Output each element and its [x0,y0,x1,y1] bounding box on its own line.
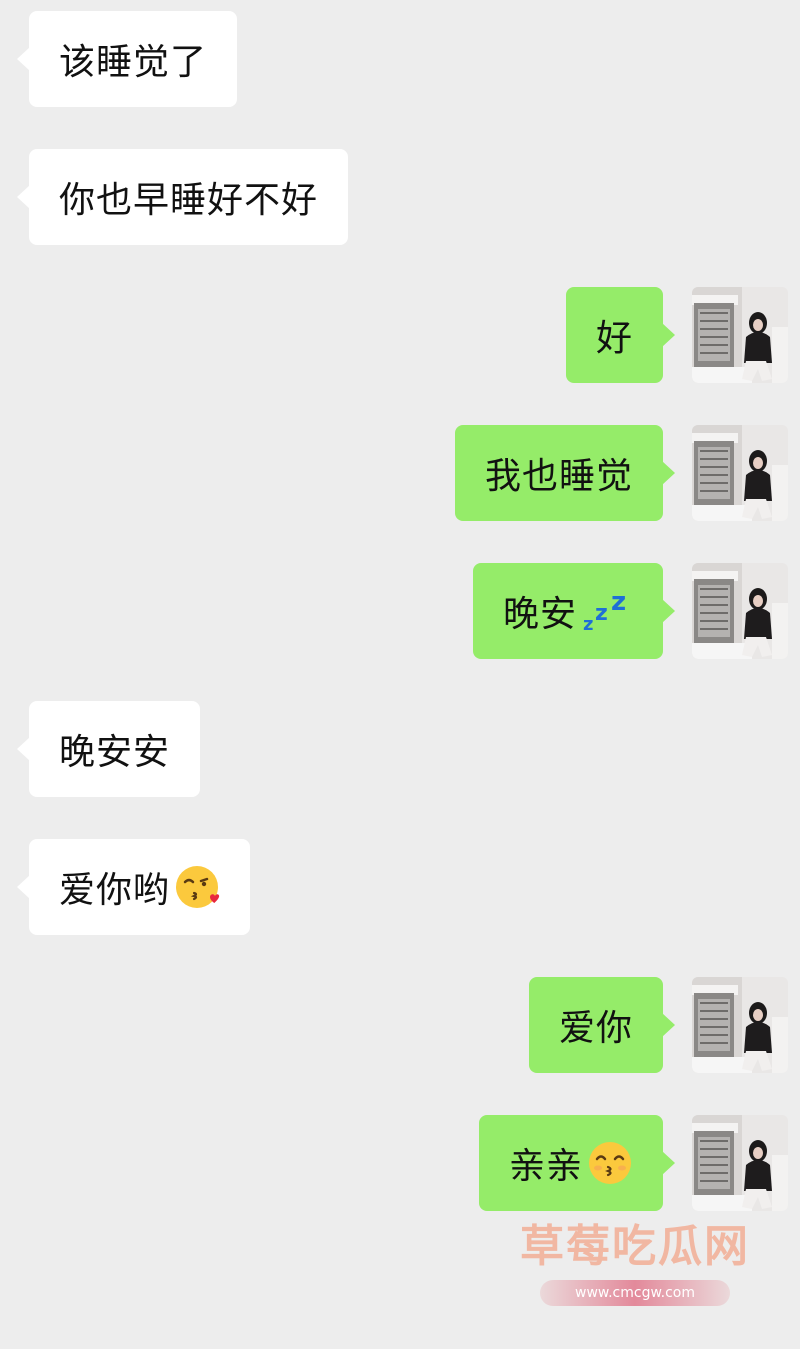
message-text: 该睡觉了 [59,42,208,83]
outgoing-message-bubble[interactable]: 晚安 z z z [472,563,676,659]
svg-text:z: z [583,614,594,634]
message-row: 你也早睡好不好 [0,149,800,245]
message-text: 晚安 [502,594,577,635]
incoming-message-bubble[interactable]: 爱你哟 [16,839,251,935]
avatar[interactable] [692,563,788,659]
message-row: 亲亲 [0,1115,800,1211]
watermark-url: www.cmcgw.com [540,1280,730,1306]
message-row: 晚安 z z z [0,563,800,659]
message-row: 晚安安 [0,701,800,797]
message-text: 爱你哟 [59,870,171,911]
avatar[interactable] [692,1115,788,1211]
message-row: 我也睡觉 [0,425,800,521]
avatar[interactable] [692,425,788,521]
message-text: 亲亲 [508,1146,583,1187]
chat-message-list[interactable]: 该睡觉了 你也早睡好不好 好 我也睡觉 晚安 z z z 晚安安 爱你哟 爱你 … [0,0,800,1349]
message-row: 爱你哟 [0,839,800,935]
avatar[interactable] [692,977,788,1073]
kissing-smiling-eyes-icon [587,1140,633,1186]
watermark: 草莓吃瓜网 www.cmcgw.com [515,1210,755,1306]
outgoing-message-bubble[interactable]: 爱你 [528,977,676,1073]
message-text: 你也早睡好不好 [59,180,319,221]
avatar[interactable] [692,287,788,383]
incoming-message-bubble[interactable]: 你也早睡好不好 [16,149,349,245]
kissing-heart-icon [174,864,220,910]
svg-text:z: z [595,601,609,626]
zzz-sleep-icon: z z z [581,588,633,634]
message-text: 晚安安 [59,732,171,773]
incoming-message-bubble[interactable]: 晚安安 [16,701,201,797]
watermark-title: 草莓吃瓜网 [520,1221,750,1272]
message-text: 我也睡觉 [484,456,633,497]
incoming-message-bubble[interactable]: 该睡觉了 [16,11,238,107]
outgoing-message-bubble[interactable]: 我也睡觉 [454,425,676,521]
message-text: 好 [595,318,633,359]
message-text: 爱你 [558,1008,633,1049]
message-row: 该睡觉了 [0,11,800,107]
message-row: 好 [0,287,800,383]
outgoing-message-bubble[interactable]: 亲亲 [478,1115,676,1211]
outgoing-message-bubble[interactable]: 好 [565,287,676,383]
message-row: 爱你 [0,977,800,1073]
svg-text:z: z [611,588,627,617]
